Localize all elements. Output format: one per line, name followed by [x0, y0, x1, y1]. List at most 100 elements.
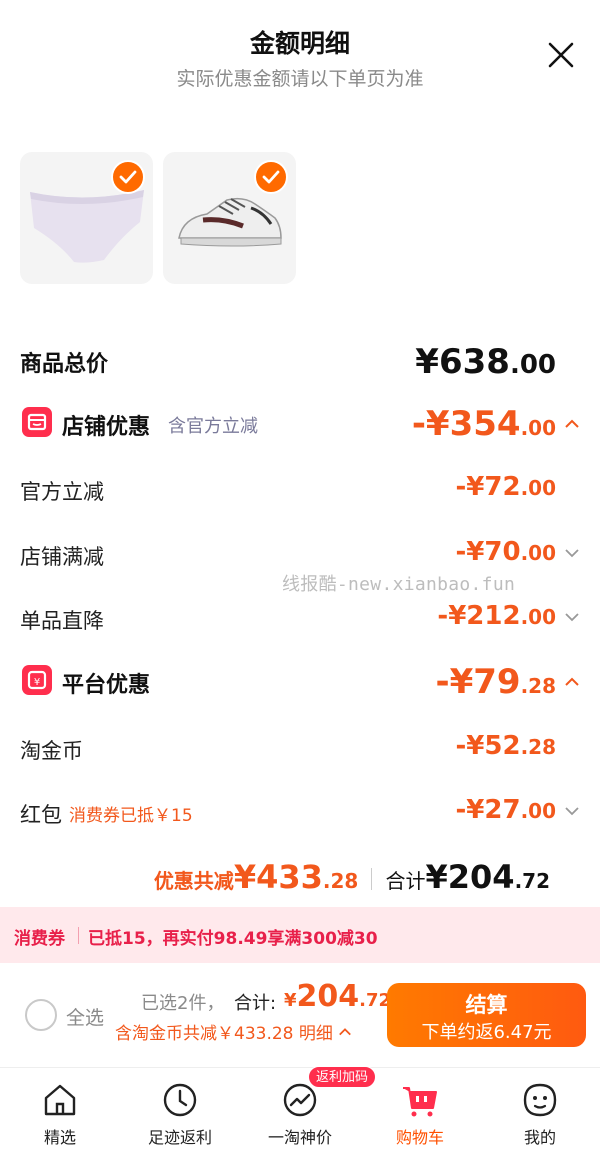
store-threshold-value: -¥70.00 — [455, 537, 556, 567]
taojinbi-dec: .28 — [520, 735, 556, 759]
store-discount-dec: .00 — [520, 416, 556, 440]
taojinbi-label: 淘金币 — [20, 739, 83, 763]
summary-divider — [371, 868, 373, 890]
product-thumbnail-sneaker[interactable] — [163, 152, 296, 284]
tab-jingxuan[interactable]: 精选 — [0, 1068, 120, 1150]
store-discount-int: -¥354 — [411, 404, 521, 444]
platform-discount-icon: ¥ — [22, 665, 52, 695]
chevron-down-icon[interactable] — [564, 545, 580, 561]
coin-discount-detail[interactable]: 含淘金币共减￥433.28 明细 — [115, 1019, 352, 1044]
voucher-divider — [78, 927, 79, 944]
store-threshold-int: -¥70 — [455, 537, 521, 567]
single-item-discount-value: -¥212.00 — [437, 601, 556, 631]
tab-label: 购物车 — [395, 1128, 444, 1147]
selected-check-icon[interactable] — [254, 160, 288, 194]
summary-discount-dec: .28 — [322, 869, 359, 893]
row-official-discount: 官方立减 -¥72.00 — [20, 472, 580, 506]
platform-discount-value: -¥79.28 — [435, 662, 556, 702]
product-thumbnail-underwear[interactable] — [20, 152, 153, 284]
tab-label: 足迹返利 — [147, 1128, 212, 1147]
checkout-total-label: 合计: — [234, 993, 277, 1014]
svg-text:¥: ¥ — [34, 677, 40, 688]
tab-label: 一淘神价 — [267, 1128, 332, 1147]
voucher-text: 已抵15，再实付98.49享满300减30 — [88, 929, 378, 949]
red-packet-value: -¥27.00 — [455, 795, 556, 825]
single-item-discount-label: 单品直降 — [20, 609, 104, 633]
section-platform-discount[interactable]: ¥ 平台优惠 -¥79.28 — [20, 662, 580, 702]
summary-discount-label: 优惠共减 — [153, 869, 234, 893]
bottom-tab-bar: 精选 足迹返利 返利加码 一淘神价 购物车 我的 — [0, 1066, 600, 1150]
red-packet-dec: .00 — [520, 799, 556, 823]
checkout-button-sub: 下单约返6.47元 — [421, 1022, 552, 1043]
clock-icon — [163, 1083, 197, 1117]
store-discount-label: 店铺优惠 — [62, 415, 151, 440]
chevron-up-icon[interactable] — [564, 674, 580, 690]
tab-cart[interactable]: 购物车 — [360, 1068, 480, 1150]
single-item-discount-dec: .00 — [520, 605, 556, 629]
selected-count: 已选2件， — [141, 993, 225, 1014]
chevron-down-icon[interactable] — [564, 803, 580, 819]
taojinbi-int: -¥52 — [455, 731, 521, 761]
store-threshold-dec: .00 — [520, 541, 556, 565]
tab-mine[interactable]: 我的 — [480, 1068, 600, 1150]
official-discount-int: -¥72 — [455, 472, 521, 502]
summary-total-int: ¥204 — [425, 858, 515, 896]
cart-icon — [403, 1087, 437, 1117]
product-total-label: 商品总价 — [20, 352, 109, 377]
row-store-threshold[interactable]: 店铺满减 -¥70.00 — [20, 537, 580, 571]
official-discount-label: 官方立减 — [20, 480, 104, 504]
checkout-bar: 全选 已选2件， 合计: ¥204.72 含淘金币共减￥433.28 明细 结算… — [0, 963, 600, 1067]
summary-total-label: 合计 — [385, 869, 426, 893]
section-store-discount[interactable]: 店铺优惠 含官方立减 -¥354.00 — [20, 404, 580, 444]
voucher-banner[interactable]: 消费券 已抵15，再实付98.49享满300减30 — [0, 907, 600, 963]
tab-label: 我的 — [523, 1128, 556, 1147]
summary-discount-int: ¥433 — [233, 858, 323, 896]
platform-discount-label: 平台优惠 — [62, 673, 151, 698]
platform-discount-dec: .28 — [520, 674, 556, 698]
coin-discount-text: 含淘金币共减￥433.28 明细 — [115, 1024, 333, 1044]
official-discount-dec: .00 — [520, 476, 556, 500]
tab-footprint[interactable]: 足迹返利 — [120, 1068, 240, 1150]
face-icon — [523, 1083, 557, 1117]
store-discount-sub: 含官方立减 — [168, 416, 258, 437]
chevron-up-icon — [339, 1028, 352, 1036]
taojinbi-value: -¥52.28 — [455, 731, 556, 761]
red-packet-sub: 消费券已抵￥15 — [69, 806, 193, 826]
tab-shenjia[interactable]: 返利加码 一淘神价 — [240, 1066, 377, 1150]
select-all-radio[interactable] — [25, 999, 57, 1031]
selected-check-icon[interactable] — [111, 160, 145, 194]
product-total-dec: .00 — [509, 350, 556, 380]
sheet-title: 金额明细 — [249, 29, 350, 58]
checkout-total-int: 204 — [296, 979, 360, 1014]
store-discount-value: -¥354.00 — [412, 404, 556, 444]
official-discount-value: -¥72.00 — [455, 472, 556, 502]
close-icon[interactable] — [544, 38, 578, 72]
chevron-up-icon[interactable] — [564, 416, 580, 432]
checkout-button-label: 结算 — [465, 993, 508, 1017]
row-product-total: 商品总价 ¥638.00 — [20, 342, 580, 382]
summary-total-dec: .72 — [514, 869, 550, 893]
sheet-subtitle: 实际优惠金额请以下单页为准 — [176, 68, 424, 90]
product-total-value: ¥638.00 — [415, 342, 556, 382]
chevron-down-icon[interactable] — [564, 609, 580, 625]
checkout-total-yen: ¥ — [284, 990, 297, 1011]
home-icon — [44, 1084, 76, 1116]
watermark-text: 线报酷-new.xianbao.fun — [282, 574, 516, 595]
row-taojinbi: 淘金币 -¥52.28 — [20, 731, 580, 765]
store-discount-icon — [22, 407, 52, 437]
voucher-tag: 消费券 — [14, 929, 65, 949]
product-total-int: ¥638 — [415, 342, 510, 382]
checkout-button[interactable]: 结算 下单约返6.47元 — [387, 983, 586, 1047]
platform-discount-int: -¥79 — [435, 662, 521, 702]
checkout-total-value: ¥204.72 — [284, 979, 391, 1014]
sheet-header: 金额明细 实际优惠金额请以下单页为准 — [0, 0, 600, 110]
red-packet-int: -¥27 — [455, 795, 521, 825]
select-all-label[interactable]: 全选 — [66, 1003, 104, 1030]
single-item-discount-int: -¥212 — [437, 601, 521, 631]
discount-summary: 优惠共减¥433.28 合计¥204.72 — [154, 858, 550, 896]
row-red-packet[interactable]: 红包 消费券已抵￥15 -¥27.00 — [20, 795, 580, 829]
red-packet-label: 红包 — [20, 803, 62, 827]
tab-label: 精选 — [43, 1128, 76, 1147]
row-single-item-discount[interactable]: 单品直降 -¥212.00 — [20, 601, 580, 635]
store-threshold-label: 店铺满减 — [20, 545, 104, 569]
